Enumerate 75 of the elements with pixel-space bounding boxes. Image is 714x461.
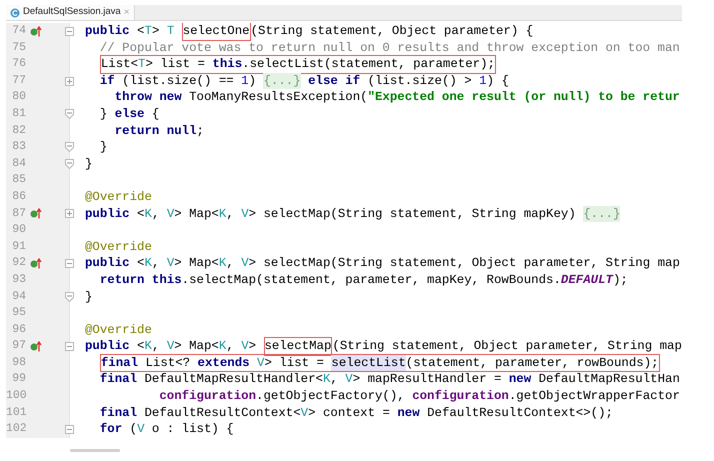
tab-close[interactable]: × xyxy=(124,5,130,20)
circle-arrow-icon[interactable] xyxy=(30,26,42,37)
line-number: 95 xyxy=(11,305,26,322)
circle-arrow-icon[interactable] xyxy=(30,258,42,270)
fold-end-icon[interactable] xyxy=(65,159,74,170)
line-number: 99 xyxy=(11,371,26,388)
code-text: selectMap xyxy=(264,338,332,355)
fold-end-icon[interactable] xyxy=(65,142,74,152)
line-number: 102 xyxy=(6,421,26,438)
line-number: 85 xyxy=(11,172,26,188)
line-number: 92 xyxy=(11,255,26,272)
fold-plus-icon[interactable] xyxy=(65,209,74,218)
line-number: 90 xyxy=(11,222,26,238)
code-text: public <T> T xyxy=(85,23,176,40)
code-text: throw new TooManyResultsException("Expected one result (or null) to be retur xyxy=(114,89,680,106)
code-text: @Override xyxy=(85,188,152,206)
circle-arrow-icon[interactable] xyxy=(30,208,42,220)
line-number: 80 xyxy=(11,89,26,106)
line-number: 97 xyxy=(11,338,26,354)
line-number: 75 xyxy=(11,40,26,56)
fold-minus-icon[interactable] xyxy=(65,259,74,268)
code-text: public <K, V> Map<K, V> xyxy=(85,338,258,355)
code-text: return null; xyxy=(114,122,204,140)
line-number: 91 xyxy=(11,238,26,255)
horizontal-scrollbar[interactable] xyxy=(70,449,120,452)
code-text: else if (list.size() > 1) { xyxy=(307,72,509,90)
code-text: @Override xyxy=(85,238,152,256)
code-text: final List<? extends V> list = xyxy=(100,354,325,372)
line-number: 87 xyxy=(11,206,26,222)
fold-minus-icon[interactable] xyxy=(65,342,74,352)
code-text: } else { xyxy=(98,106,160,123)
line-number: 81 xyxy=(11,106,26,122)
fold-minus-icon[interactable] xyxy=(65,26,74,36)
fold-minus-icon[interactable] xyxy=(65,425,74,434)
code-text: (statement, parameter, rowBounds); xyxy=(406,354,659,372)
line-number: 83 xyxy=(11,139,26,156)
circle-arrow-icon[interactable] xyxy=(30,341,42,352)
line-number: 74 xyxy=(11,23,26,39)
code-text: @Override xyxy=(85,322,152,338)
code-text: final DefaultResultContext<V> context = new DefaultResultContext<>(); xyxy=(98,404,613,422)
class-file-icon xyxy=(10,8,20,18)
code-text: } xyxy=(98,139,108,156)
code-text: (String statement, Object parameter) { xyxy=(250,23,534,40)
code-text: selectOne xyxy=(182,23,250,40)
code-text: public <K, V> Map<K, V> selectMap(String statement, String mapKey) xyxy=(85,206,577,222)
tab-label: DefaultSqlSession.java xyxy=(23,5,121,20)
line-number: 93 xyxy=(11,272,26,288)
fold-plus-icon[interactable] xyxy=(65,76,74,86)
folded-code[interactable]: {...} xyxy=(583,206,620,222)
line-number: 84 xyxy=(11,156,26,172)
folded-code[interactable]: {...} xyxy=(263,72,301,90)
highlighted-code: selectList xyxy=(331,354,406,372)
fold-end-icon[interactable] xyxy=(65,292,74,302)
code-text: for (V o : list) { xyxy=(98,421,234,438)
code-text: List<T> list = this.selectList(statement, parameter); xyxy=(100,56,495,73)
fold-end-icon[interactable] xyxy=(65,109,74,120)
line-number: 98 xyxy=(11,354,26,371)
code-text: // Popular vote was to return null on 0 results and throw exception on too man xyxy=(98,40,680,56)
line-number: 86 xyxy=(11,188,26,205)
code-text: } xyxy=(85,156,92,172)
editor-tab[interactable]: DefaultSqlSession.java × xyxy=(6,5,135,20)
line-number: 96 xyxy=(11,322,26,338)
code-text: (String statement, Object parameter, String map xyxy=(332,338,682,355)
code-text: public <K, V> Map<K, V> selectMap(String statement, Object parameter, String map xyxy=(85,255,680,272)
line-number: 94 xyxy=(11,288,26,304)
code-text: if (list.size() == 1) xyxy=(98,72,258,90)
code-text: configuration.getObjectFactory(), configuration.getObjectWrapperFactor xyxy=(158,388,680,405)
code-text: final DefaultMapResultHandler<K, V> mapResultHandler = new DefaultMapResultHan xyxy=(98,371,680,388)
code-text: return this.selectMap(statement, parameter, mapKey, RowBounds.DEFAULT); xyxy=(98,272,628,288)
line-number: 77 xyxy=(11,72,26,89)
line-number: 76 xyxy=(11,56,26,72)
line-number: 101 xyxy=(6,404,26,421)
line-number: 100 xyxy=(6,388,26,404)
code-text: } xyxy=(85,288,92,306)
line-number: 82 xyxy=(11,122,26,139)
